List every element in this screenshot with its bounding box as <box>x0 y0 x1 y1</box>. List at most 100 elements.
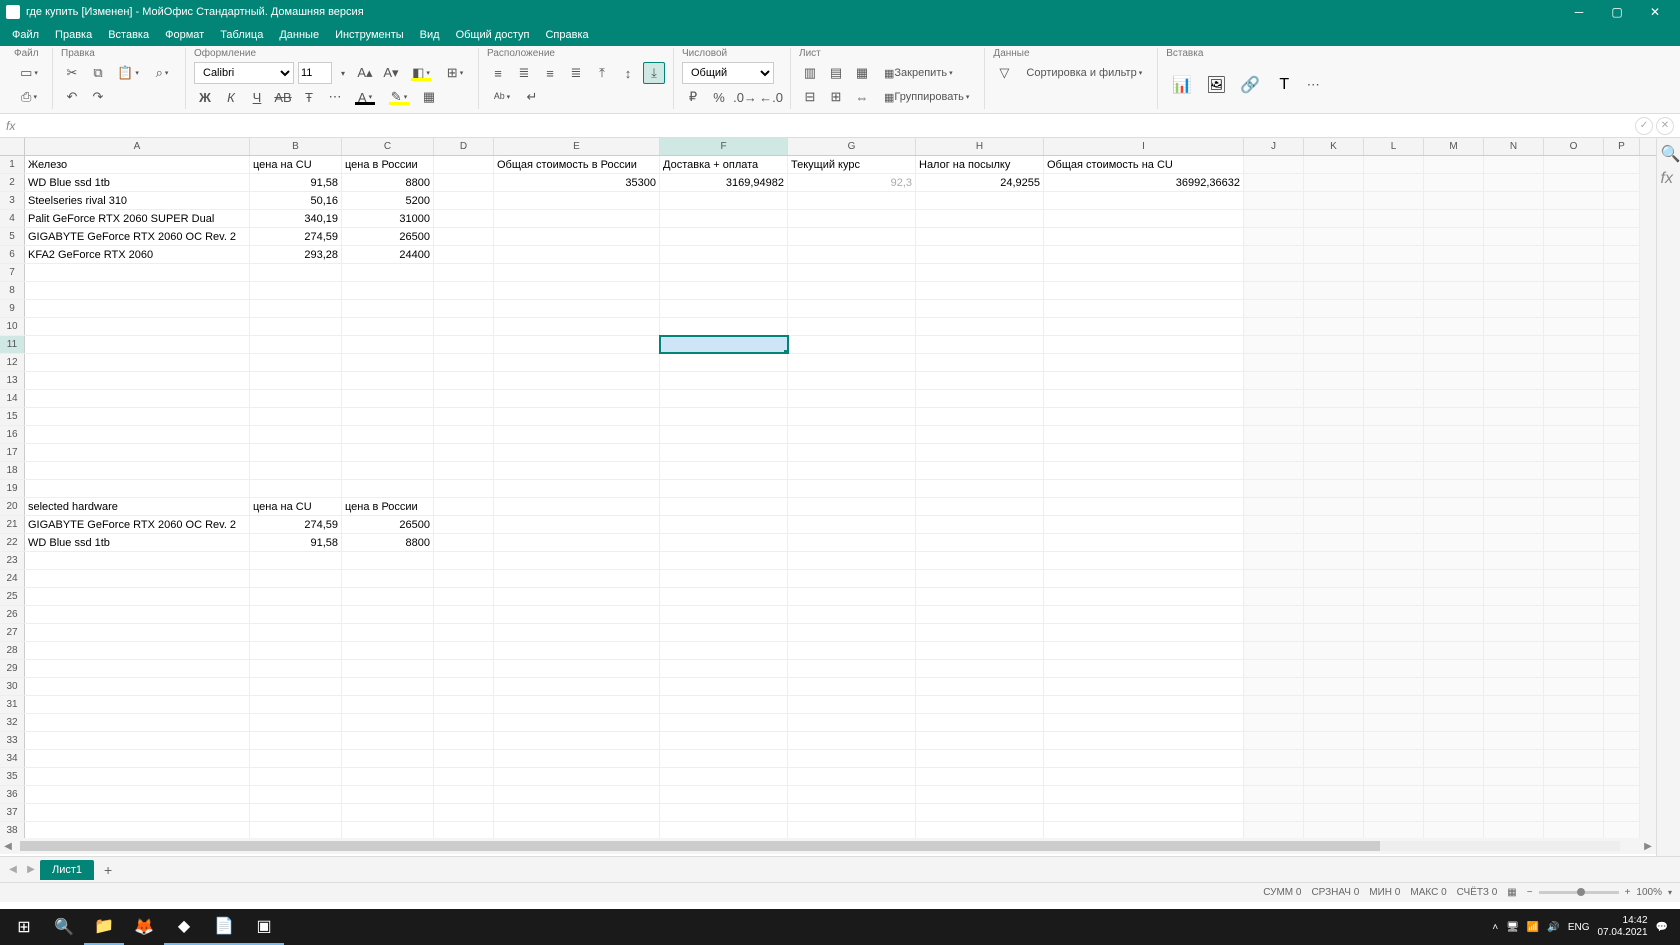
cell[interactable]: цена в России <box>342 498 434 515</box>
cell[interactable]: цена на CU <box>250 498 342 515</box>
cell[interactable] <box>1364 210 1424 227</box>
cell[interactable] <box>434 336 494 353</box>
cell[interactable] <box>1424 354 1484 371</box>
highlight-color-button[interactable]: ✎▾ <box>384 86 414 108</box>
cell[interactable] <box>660 696 788 713</box>
cell[interactable] <box>1044 264 1244 281</box>
cell[interactable] <box>1044 318 1244 335</box>
cell[interactable] <box>1424 210 1484 227</box>
cell[interactable] <box>660 228 788 245</box>
tray-monitor-icon[interactable]: 🖥 <box>1506 922 1519 933</box>
cell[interactable] <box>342 804 434 821</box>
row-header[interactable]: 36 <box>0 786 25 803</box>
cell[interactable] <box>494 732 660 749</box>
cell[interactable] <box>1544 282 1604 299</box>
cell[interactable] <box>788 246 916 263</box>
cell[interactable] <box>250 678 342 695</box>
row-header[interactable]: 35 <box>0 768 25 785</box>
cell[interactable] <box>434 462 494 479</box>
cell[interactable] <box>1244 444 1304 461</box>
cell[interactable] <box>1424 696 1484 713</box>
superscript-button[interactable]: Ŧ <box>298 86 320 108</box>
cell[interactable] <box>494 480 660 497</box>
cell[interactable] <box>342 444 434 461</box>
cell[interactable] <box>1304 822 1364 838</box>
cell[interactable] <box>916 642 1044 659</box>
col-header-A[interactable]: A <box>25 138 250 155</box>
insert-link-button[interactable]: 🔗 <box>1234 63 1266 107</box>
cell[interactable] <box>494 516 660 533</box>
cell[interactable] <box>788 786 916 803</box>
cell[interactable] <box>434 822 494 838</box>
cell[interactable] <box>1044 354 1244 371</box>
cell[interactable] <box>788 588 916 605</box>
cell[interactable] <box>788 408 916 425</box>
cell[interactable] <box>1544 660 1604 677</box>
cell[interactable] <box>1484 786 1544 803</box>
cell[interactable] <box>342 282 434 299</box>
cell[interactable] <box>1244 174 1304 191</box>
cell[interactable] <box>1044 462 1244 479</box>
cell[interactable] <box>788 390 916 407</box>
cell[interactable] <box>494 624 660 641</box>
cell[interactable] <box>250 750 342 767</box>
row-header[interactable]: 21 <box>0 516 25 533</box>
cell[interactable] <box>1244 372 1304 389</box>
group-button[interactable]: ▦ Группировать ▾ <box>877 86 976 108</box>
cell[interactable] <box>660 786 788 803</box>
cell[interactable] <box>1044 732 1244 749</box>
cell[interactable] <box>25 696 250 713</box>
cell[interactable] <box>1604 444 1640 461</box>
redo-button[interactable]: ↷ <box>87 86 109 108</box>
cell[interactable] <box>660 714 788 731</box>
menu-edit[interactable]: Правка <box>47 26 100 44</box>
cell[interactable] <box>1304 246 1364 263</box>
cell[interactable] <box>1244 768 1304 785</box>
cell[interactable]: Текущий курс <box>788 156 916 173</box>
cell[interactable] <box>916 534 1044 551</box>
row-header[interactable]: 2 <box>0 174 25 191</box>
cell[interactable] <box>1304 534 1364 551</box>
cell[interactable]: 5200 <box>342 192 434 209</box>
cell[interactable] <box>342 552 434 569</box>
cell[interactable] <box>660 822 788 838</box>
cell[interactable] <box>1484 534 1544 551</box>
cell[interactable] <box>1244 534 1304 551</box>
row-header[interactable]: 29 <box>0 660 25 677</box>
cell[interactable]: цена на CU <box>250 156 342 173</box>
cell[interactable] <box>916 372 1044 389</box>
close-button[interactable]: ✕ <box>1636 0 1674 24</box>
cell[interactable]: Доставка + оплата <box>660 156 788 173</box>
cell[interactable] <box>788 660 916 677</box>
cell[interactable] <box>1604 642 1640 659</box>
cell[interactable] <box>1544 768 1604 785</box>
cell[interactable] <box>916 192 1044 209</box>
cell[interactable] <box>788 750 916 767</box>
percent-button[interactable]: % <box>708 86 730 108</box>
cell[interactable] <box>250 606 342 623</box>
menu-format[interactable]: Формат <box>157 26 212 44</box>
cell[interactable] <box>25 354 250 371</box>
row-header[interactable]: 23 <box>0 552 25 569</box>
col-header-F[interactable]: F <box>660 138 788 155</box>
tray-chevron-icon[interactable]: ˄ <box>1492 922 1498 933</box>
cell[interactable] <box>660 372 788 389</box>
cell[interactable] <box>1244 228 1304 245</box>
cell[interactable] <box>1484 336 1544 353</box>
sheet-tab-active[interactable]: Лист1 <box>40 860 94 880</box>
cell[interactable]: 36992,36632 <box>1044 174 1244 191</box>
bold-button[interactable]: Ж <box>194 86 216 108</box>
cell[interactable] <box>1304 624 1364 641</box>
cell[interactable] <box>1544 498 1604 515</box>
format-painter-button[interactable]: ⌕▾ <box>147 62 177 84</box>
cell[interactable] <box>916 318 1044 335</box>
cell[interactable] <box>1484 804 1544 821</box>
cell[interactable] <box>660 588 788 605</box>
cell[interactable] <box>1424 426 1484 443</box>
cell[interactable] <box>660 300 788 317</box>
search-button[interactable]: 🔍 <box>44 909 84 945</box>
cell[interactable] <box>1304 768 1364 785</box>
tray-notifications-icon[interactable]: 💬 <box>1656 922 1668 933</box>
cell[interactable] <box>1364 804 1424 821</box>
cell[interactable] <box>1364 444 1424 461</box>
